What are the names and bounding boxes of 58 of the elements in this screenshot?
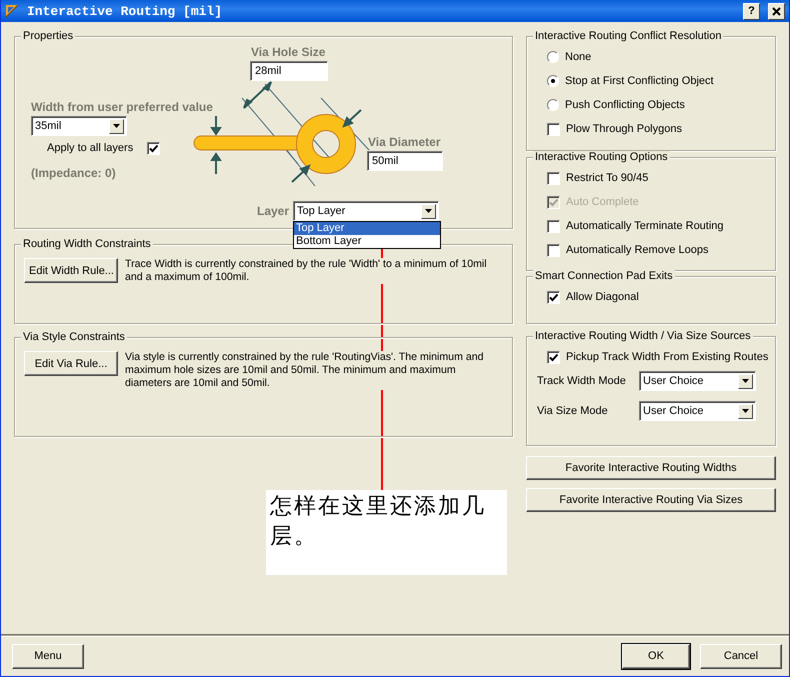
field-label: Via Hole Size — [251, 45, 326, 59]
checkbox[interactable] — [547, 244, 560, 256]
dropdown-field[interactable]: User Choice — [639, 401, 756, 421]
dropdown-field[interactable]: Top Layer — [293, 201, 439, 221]
group-title: Routing Width Constraints — [21, 238, 153, 251]
dialog-button[interactable]: Edit Width Rule... — [24, 258, 118, 283]
field-label: Layer — [257, 204, 290, 218]
checkbox-label[interactable]: Automatically Remove Loops — [566, 244, 708, 256]
checkbox[interactable] — [547, 220, 560, 232]
checkbox-label[interactable]: Pickup Track Width From Existing Routes — [566, 351, 768, 363]
input-field[interactable]: 50mil — [367, 151, 443, 171]
caret-icon[interactable] — [738, 404, 753, 418]
dialog-button[interactable]: Menu — [12, 644, 84, 668]
checkbox[interactable] — [147, 142, 160, 154]
checkbox[interactable] — [547, 122, 560, 136]
checkbox-label[interactable]: Automatically Terminate Routing — [566, 220, 724, 232]
checkbox-label[interactable]: Restrict To 90/45 — [566, 172, 648, 184]
field-label: Via Diameter — [368, 135, 440, 149]
close-button[interactable] — [768, 2, 785, 20]
group-title: Interactive Routing Width / Via Size Sources — [533, 330, 753, 343]
checkbox-label[interactable]: Allow Diagonal — [566, 291, 639, 303]
dropdown-field[interactable]: 35mil — [31, 116, 127, 136]
impedance-text: (Impedance: 0) — [31, 166, 116, 180]
radio-label[interactable]: Stop at First Conflicting Object — [565, 75, 714, 87]
radio-button[interactable] — [547, 75, 559, 87]
radio-button[interactable] — [547, 99, 559, 111]
field-label: Track Width Mode — [537, 375, 627, 387]
group-title: Properties — [21, 30, 76, 43]
checkbox[interactable] — [547, 350, 560, 364]
checkbox[interactable] — [547, 290, 560, 304]
caret-icon[interactable] — [421, 204, 436, 218]
dialog-button[interactable]: OK — [622, 644, 690, 668]
field-label: Width from user preferred value — [31, 100, 213, 114]
field-label: Via Size Mode — [537, 405, 609, 417]
dropdown-option[interactable]: Bottom Layer — [294, 235, 440, 248]
checkbox[interactable] — [547, 172, 560, 184]
group-title: Interactive Routing Options — [533, 151, 670, 164]
checkbox-label[interactable]: Plow Through Polygons — [566, 123, 682, 135]
annotation-note: 怎样在这里还添加几层。 — [266, 490, 507, 575]
checkbox-label[interactable]: Apply to all layers — [47, 142, 134, 154]
group-title: Via Style Constraints — [21, 331, 127, 344]
window-title: Interactive Routing [mil] — [27, 4, 224, 18]
dialog-button[interactable]: Cancel — [700, 644, 782, 668]
dialog-button[interactable]: Favorite Interactive Routing Widths — [526, 456, 776, 480]
help-button[interactable]: ? — [743, 2, 760, 20]
dialog-button[interactable]: Favorite Interactive Routing Via Sizes — [526, 488, 776, 512]
caret-icon[interactable] — [738, 374, 753, 388]
radio-label[interactable]: None — [565, 51, 592, 63]
group-title: Interactive Routing Conflict Resolution — [533, 30, 724, 43]
dialog-button[interactable]: Edit Via Rule... — [24, 351, 118, 376]
dropdown-field[interactable]: User Choice — [639, 371, 756, 391]
radio-button[interactable] — [547, 51, 559, 63]
close-icon — [772, 6, 781, 16]
app-icon — [5, 4, 19, 18]
dropdown-option[interactable]: Top Layer — [294, 222, 440, 235]
radio-label[interactable]: Push Conflicting Objects — [565, 99, 685, 111]
input-field[interactable]: 28mil — [250, 61, 328, 81]
caret-icon[interactable] — [109, 118, 124, 134]
